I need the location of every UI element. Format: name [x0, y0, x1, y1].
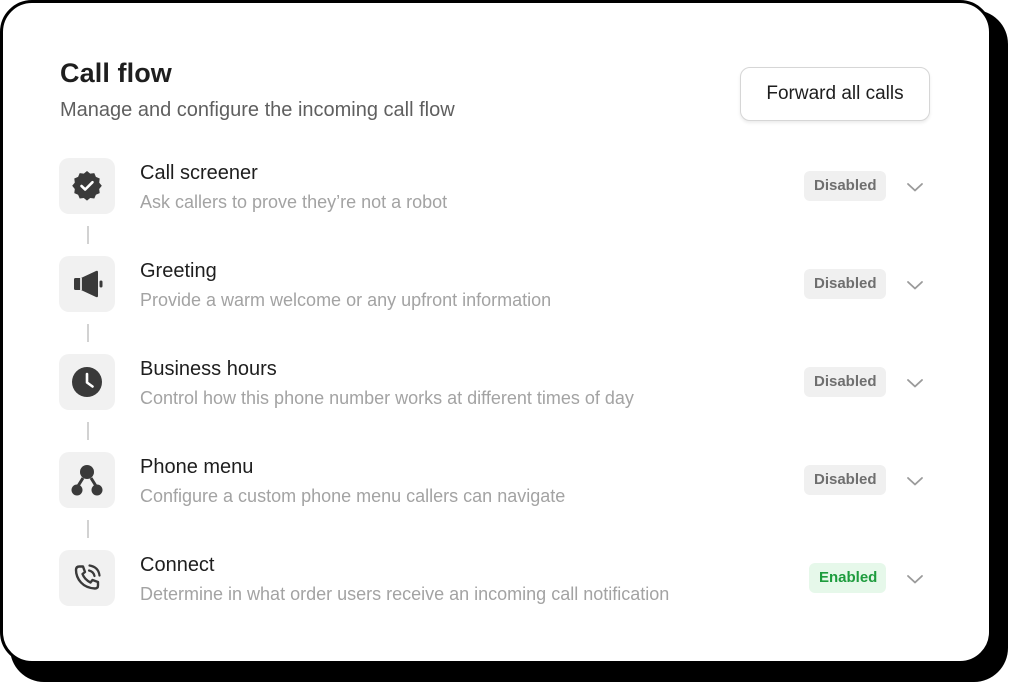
step-description: Configure a custom phone menu callers ca… [140, 486, 566, 506]
step-connector [87, 324, 89, 342]
step-call-screener[interactable]: Call screener Ask callers to prove they’… [3, 158, 989, 218]
step-connector [87, 422, 89, 440]
verified-badge-icon [59, 158, 115, 214]
megaphone-icon [59, 256, 115, 312]
chevron-down-icon[interactable] [903, 371, 927, 395]
window-frame: Call flow Manage and configure the incom… [0, 0, 1010, 684]
status-badge: Enabled [809, 563, 886, 593]
chevron-down-icon[interactable] [903, 273, 927, 297]
clock-icon [59, 354, 115, 410]
step-title: Connect [140, 554, 215, 576]
call-flow-steps: Call screener Ask callers to prove they’… [3, 3, 989, 661]
step-title: Business hours [140, 358, 277, 380]
chevron-down-icon[interactable] [903, 567, 927, 591]
phone-menu-icon [59, 452, 115, 508]
step-description: Ask callers to prove they’re not a robot [140, 192, 448, 212]
step-title: Phone menu [140, 456, 254, 478]
step-description: Provide a warm welcome or any upfront in… [140, 290, 552, 310]
status-badge: Disabled [804, 367, 886, 397]
chevron-down-icon[interactable] [903, 469, 927, 493]
step-connector [87, 226, 89, 244]
call-flow-card: Call flow Manage and configure the incom… [0, 0, 992, 664]
step-title: Greeting [140, 260, 217, 282]
step-description: Determine in what order users receive an… [140, 584, 670, 604]
step-connect[interactable]: Connect Determine in what order users re… [3, 550, 989, 610]
status-badge: Disabled [804, 171, 886, 201]
phone-ringing-icon [59, 550, 115, 606]
step-business-hours[interactable]: Business hours Control how this phone nu… [3, 354, 989, 414]
step-connector [87, 520, 89, 538]
status-badge: Disabled [804, 465, 886, 495]
chevron-down-icon[interactable] [903, 175, 927, 199]
step-greeting[interactable]: Greeting Provide a warm welcome or any u… [3, 256, 989, 316]
step-description: Control how this phone number works at d… [140, 388, 634, 408]
step-phone-menu[interactable]: Phone menu Configure a custom phone menu… [3, 452, 989, 512]
step-title: Call screener [140, 162, 258, 184]
status-badge: Disabled [804, 269, 886, 299]
